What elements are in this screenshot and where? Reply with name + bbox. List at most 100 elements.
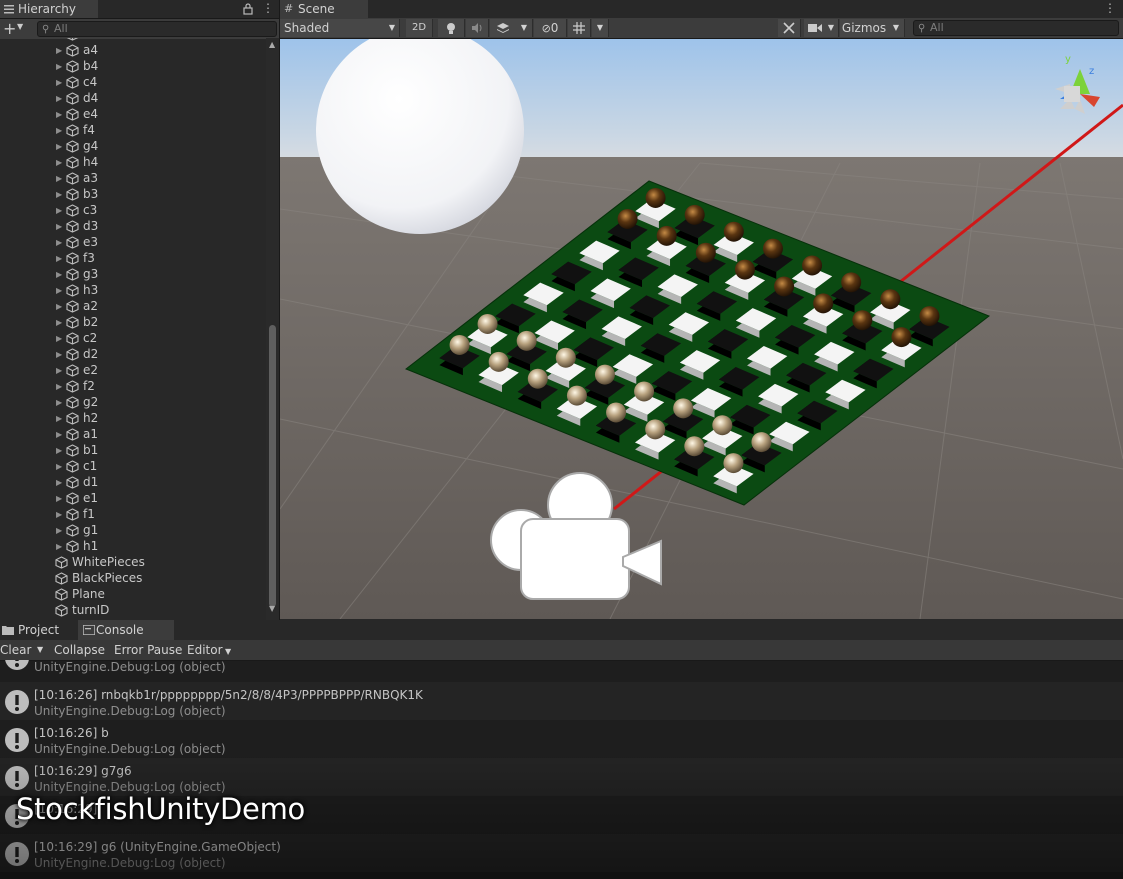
white-pawn[interactable] — [566, 385, 587, 406]
hierarchy-scroll-thumb[interactable] — [269, 325, 276, 607]
black-pawn[interactable] — [656, 225, 677, 246]
black-pawn[interactable] — [880, 289, 901, 310]
add-icon[interactable]: + — [3, 19, 16, 38]
hierarchy-item-square[interactable]: ▶ b3 — [56, 186, 98, 202]
scene-kebab-menu-icon[interactable]: ⋮ — [1104, 1, 1116, 15]
hierarchy-item-square[interactable]: ▶ e3 — [56, 234, 98, 250]
hierarchy-item-square[interactable]: ▶ e4 — [56, 106, 98, 122]
tab-scene[interactable]: # Scene — [280, 0, 368, 18]
black-pawn[interactable] — [695, 242, 716, 263]
expand-arrow-icon[interactable]: ▶ — [56, 539, 66, 555]
white-pawn[interactable] — [449, 334, 470, 355]
expand-arrow-icon[interactable]: ▶ — [56, 379, 66, 395]
hierarchy-item-square[interactable]: ▶ e2 — [56, 362, 98, 378]
hierarchy-scrollbar[interactable]: ▲ ▼ — [266, 38, 279, 620]
2d-toggle-button[interactable]: 2D — [406, 19, 433, 37]
black-pawn[interactable] — [645, 187, 666, 208]
expand-arrow-icon[interactable]: ▶ — [56, 363, 66, 379]
white-pawn[interactable] — [634, 381, 655, 402]
black-pawn[interactable] — [734, 259, 755, 280]
expand-arrow-icon[interactable]: ▶ — [56, 315, 66, 331]
black-pawn[interactable] — [802, 255, 823, 276]
hierarchy-item-square[interactable]: ▶ f1 — [56, 506, 95, 522]
tab-project[interactable]: Project — [0, 620, 84, 640]
hierarchy-item-square[interactable]: ▶ f4 — [56, 122, 95, 138]
hierarchy-item-square[interactable]: ▶ g1 — [56, 522, 98, 538]
effects-dropdown-icon[interactable]: ▼ — [516, 19, 533, 37]
hidden-objects-toggle[interactable]: ⊘0 — [534, 19, 567, 37]
hierarchy-item-square[interactable]: ▶ a2 — [56, 298, 98, 314]
tools-icon[interactable] — [778, 19, 801, 37]
expand-arrow-icon[interactable]: ▶ — [56, 219, 66, 235]
clear-button[interactable]: Clear — [0, 640, 35, 660]
hierarchy-item-square[interactable]: ▶ d3 — [56, 218, 98, 234]
expand-arrow-icon[interactable]: ▶ — [56, 187, 66, 203]
hierarchy-item-square[interactable]: ▶ a3 — [56, 170, 98, 186]
hierarchy-item-square[interactable]: ▶ d4 — [56, 90, 98, 106]
hierarchy-item-square[interactable]: ▶ e1 — [56, 490, 98, 506]
expand-arrow-icon[interactable]: ▶ — [56, 459, 66, 475]
white-pawn[interactable] — [527, 368, 548, 389]
hierarchy-item-square[interactable]: ▶ b2 — [56, 314, 98, 330]
hierarchy-item-square[interactable]: ▶ f3 — [56, 250, 95, 266]
clear-dropdown-icon[interactable]: ▼ — [33, 640, 47, 660]
hierarchy-item-square[interactable]: ▶ g4 — [56, 138, 98, 154]
expand-arrow-icon[interactable]: ▶ — [56, 235, 66, 251]
hierarchy-item-square[interactable]: ▶ b1 — [56, 442, 98, 458]
white-pawn[interactable] — [673, 398, 694, 419]
effects-icon[interactable] — [490, 19, 517, 37]
tab-console[interactable]: Console — [78, 620, 174, 640]
black-pawn[interactable] — [774, 276, 795, 297]
expand-arrow-icon[interactable]: ▶ — [56, 139, 66, 155]
expand-arrow-icon[interactable]: ▶ — [56, 59, 66, 75]
grid-dropdown-icon[interactable]: ▼ — [592, 19, 609, 37]
white-pawn[interactable] — [488, 351, 509, 372]
shading-mode-dropdown[interactable]: Shaded ▼ — [280, 19, 400, 37]
expand-arrow-icon[interactable]: ▶ — [56, 475, 66, 491]
hierarchy-item-square[interactable]: ▶ c4 — [56, 74, 97, 90]
black-pawn[interactable] — [852, 310, 873, 331]
expand-arrow-icon[interactable]: ▶ — [56, 123, 66, 139]
kebab-menu-icon[interactable]: ⋮ — [262, 1, 274, 15]
expand-arrow-icon[interactable]: ▶ — [56, 299, 66, 315]
hierarchy-item-square[interactable]: ▶ c3 — [56, 202, 97, 218]
collapse-button[interactable]: Collapse — [50, 640, 109, 660]
expand-arrow-icon[interactable]: ▶ — [56, 443, 66, 459]
black-pawn[interactable] — [891, 327, 912, 348]
hierarchy-item-square[interactable]: ▶ b4 — [56, 58, 98, 74]
hierarchy-search-input[interactable]: ⚲ All — [37, 21, 277, 37]
scene-3d-view[interactable]: y z — [280, 39, 1123, 619]
expand-arrow-icon[interactable]: ▶ — [56, 283, 66, 299]
hierarchy-item-square[interactable]: ▶ h4 — [56, 154, 98, 170]
console-entry[interactable]: [10:16:26] rnbqkb1r/pppppppp/5n2/8/8/4P3… — [0, 682, 1123, 720]
expand-arrow-icon[interactable]: ▶ — [56, 347, 66, 363]
console-entry[interactable]: [10:16:29] g6 (UnityEngine.GameObject) Un… — [0, 834, 1123, 872]
tab-hierarchy[interactable]: Hierarchy — [0, 0, 98, 18]
white-pawn[interactable] — [723, 453, 744, 474]
console-entry[interactable]: [10:16:29] g7g6 UnityEngine.Debug:Log (ob… — [0, 758, 1123, 796]
hierarchy-item-object[interactable]: Plane — [55, 586, 105, 602]
hierarchy-item-object[interactable]: WhitePieces — [55, 554, 145, 570]
editor-dropdown[interactable]: Editor ▼ — [183, 640, 235, 660]
white-pawn[interactable] — [645, 419, 666, 440]
expand-arrow-icon[interactable]: ▶ — [56, 395, 66, 411]
gizmos-button[interactable]: Gizmos — [840, 19, 889, 37]
hierarchy-item-square[interactable]: ▶ a4 — [56, 42, 98, 58]
hierarchy-item-object[interactable]: turnID — [55, 602, 109, 618]
black-pawn[interactable] — [762, 238, 783, 259]
expand-arrow-icon[interactable]: ▶ — [56, 331, 66, 347]
hierarchy-item-square[interactable]: ▶ g3 — [56, 266, 98, 282]
hierarchy-item-object[interactable]: BlackPieces — [55, 570, 142, 586]
black-pawn[interactable] — [617, 208, 638, 229]
white-pawn[interactable] — [712, 415, 733, 436]
hierarchy-item-square[interactable]: ▶ a1 — [56, 426, 98, 442]
expand-arrow-icon[interactable]: ▶ — [56, 203, 66, 219]
console-entry-partial[interactable]: UnityEngine.Debug:Log (object) — [0, 660, 1123, 676]
lighting-icon[interactable] — [438, 19, 465, 37]
grid-toggle-icon[interactable] — [568, 19, 591, 37]
expand-arrow-icon[interactable]: ▶ — [56, 507, 66, 523]
hierarchy-item-square[interactable]: ▶ c2 — [56, 330, 97, 346]
hierarchy-item-square[interactable]: ▶ h2 — [56, 410, 98, 426]
black-pawn[interactable] — [813, 293, 834, 314]
expand-arrow-icon[interactable]: ▶ — [56, 75, 66, 91]
